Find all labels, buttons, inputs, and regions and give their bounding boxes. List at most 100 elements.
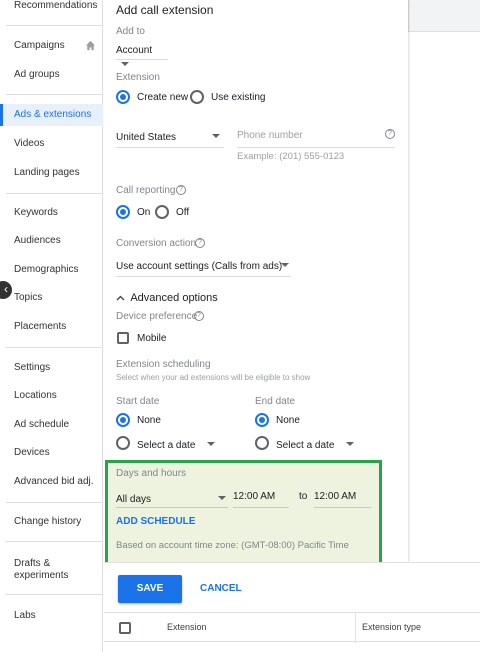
nav-ads-extensions[interactable]: Ads & extensions bbox=[0, 104, 103, 126]
extensions-table-header: Extension Extension type bbox=[104, 612, 480, 643]
end-date-select-label: Select a date bbox=[276, 440, 335, 451]
add-to-value: Account bbox=[116, 45, 153, 56]
to-label: to bbox=[299, 491, 308, 502]
help-icon[interactable]: ? bbox=[194, 311, 204, 321]
call-reporting-label: Call reporting bbox=[116, 185, 176, 196]
chevron-down-icon bbox=[121, 61, 129, 66]
country-select[interactable]: United States bbox=[116, 129, 224, 145]
end-date-none-label: None bbox=[276, 415, 300, 426]
nav-drafts-experiments[interactable]: Drafts & experiments bbox=[0, 558, 103, 586]
page-background bbox=[408, 32, 480, 562]
country-underline bbox=[116, 147, 224, 148]
nav-campaigns[interactable]: Campaigns bbox=[0, 36, 103, 56]
nav-divider bbox=[6, 25, 102, 26]
call-reporting-on-radio[interactable] bbox=[116, 205, 130, 219]
call-reporting-off-label: Off bbox=[176, 207, 190, 218]
start-time-input[interactable]: 12:00 AM bbox=[233, 491, 275, 502]
sidebar-nav: Recommendations Campaigns Ad groups Ads … bbox=[0, 0, 103, 652]
conversion-underline bbox=[116, 276, 291, 277]
nav-demographics[interactable]: Demographics bbox=[0, 260, 103, 280]
nav-videos[interactable]: Videos bbox=[0, 134, 103, 154]
end-date-select[interactable]: Select a date bbox=[276, 437, 356, 451]
conversion-action-value: Use account settings (Calls from ads) bbox=[116, 261, 283, 272]
create-new-label: Create new bbox=[137, 92, 189, 103]
nav-labs[interactable]: Labs bbox=[0, 606, 103, 626]
start-date-none-label: None bbox=[137, 415, 161, 426]
nav-divider bbox=[6, 193, 102, 194]
conversion-action-label: Conversion action bbox=[116, 238, 197, 249]
save-button[interactable]: SAVE bbox=[118, 575, 182, 603]
start-date-label: Start date bbox=[116, 396, 160, 407]
column-extension-type[interactable]: Extension type bbox=[362, 622, 421, 632]
nav-drafts-label: Drafts & bbox=[14, 558, 51, 569]
cancel-button[interactable]: CANCEL bbox=[200, 575, 242, 603]
chevron-down-icon bbox=[212, 134, 220, 138]
nav-divider bbox=[6, 347, 102, 348]
extension-scheduling-label: Extension scheduling bbox=[116, 359, 211, 370]
days-value: All days bbox=[116, 494, 152, 505]
phone-input[interactable]: Phone number bbox=[237, 130, 303, 141]
conversion-action-select[interactable]: Use account settings (Calls from ads) bbox=[116, 258, 291, 274]
phone-underline bbox=[237, 147, 395, 148]
form-actions: SAVE CANCEL bbox=[104, 562, 480, 612]
form-title: Add call extension bbox=[116, 3, 214, 17]
chevron-down-icon bbox=[207, 442, 215, 446]
nav-ad-groups[interactable]: Ad groups bbox=[0, 65, 103, 85]
add-to-underline bbox=[116, 59, 168, 60]
create-new-radio[interactable] bbox=[116, 90, 130, 104]
help-icon[interactable]: ? bbox=[176, 185, 186, 195]
extension-scheduling-hint: Select when your ad extensions will be e… bbox=[116, 373, 311, 382]
nav-divider bbox=[6, 502, 102, 503]
add-schedule-link[interactable]: ADD SCHEDULE bbox=[116, 516, 195, 527]
start-date-select[interactable]: Select a date bbox=[137, 437, 217, 451]
nav-devices[interactable]: Devices bbox=[0, 443, 103, 463]
end-time-underline bbox=[314, 507, 371, 508]
end-date-label: End date bbox=[255, 396, 296, 407]
phone-hint: Example: (201) 555-0123 bbox=[237, 151, 345, 162]
nav-keywords[interactable]: Keywords bbox=[0, 203, 103, 223]
nav-locations[interactable]: Locations bbox=[0, 386, 103, 406]
help-icon[interactable]: ? bbox=[195, 238, 205, 248]
nav-landing-pages[interactable]: Landing pages bbox=[0, 163, 103, 183]
end-date-none-radio[interactable] bbox=[255, 413, 269, 427]
nav-divider bbox=[6, 541, 102, 542]
add-to-label: Add to bbox=[116, 26, 145, 37]
use-existing-radio[interactable] bbox=[190, 90, 204, 104]
chevron-down-icon bbox=[218, 496, 226, 500]
end-date-select-radio[interactable] bbox=[255, 436, 269, 450]
chevron-up-icon bbox=[116, 295, 125, 301]
end-time-input[interactable]: 12:00 AM bbox=[314, 491, 356, 502]
help-icon[interactable]: ? bbox=[385, 129, 395, 139]
timezone-note: Based on account time zone: (GMT-08:00) … bbox=[116, 540, 349, 551]
call-reporting-off-radio[interactable] bbox=[155, 205, 169, 219]
column-extension[interactable]: Extension bbox=[167, 622, 207, 632]
nav-experiments-label: experiments bbox=[14, 570, 69, 581]
start-date-none-radio[interactable] bbox=[116, 413, 130, 427]
select-all-checkbox[interactable] bbox=[119, 622, 131, 634]
nav-advanced-bid-adj[interactable]: Advanced bid adj. bbox=[0, 472, 103, 492]
start-date-select-radio[interactable] bbox=[116, 436, 130, 450]
column-divider bbox=[355, 613, 356, 643]
days-hours-label: Days and hours bbox=[116, 468, 187, 479]
start-date-select-label: Select a date bbox=[137, 440, 196, 451]
nav-recommendations[interactable]: Recommendations bbox=[0, 0, 103, 16]
nav-change-history[interactable]: Change history bbox=[0, 512, 103, 532]
chevron-down-icon bbox=[346, 442, 354, 446]
nav-ad-schedule[interactable]: Ad schedule bbox=[0, 415, 103, 435]
add-to-select[interactable]: Account bbox=[116, 42, 168, 66]
extension-label: Extension bbox=[116, 72, 160, 83]
mobile-checkbox[interactable] bbox=[117, 332, 129, 344]
call-reporting-on-label: On bbox=[137, 207, 151, 218]
days-select[interactable]: All days bbox=[116, 491, 228, 505]
nav-audiences[interactable]: Audiences bbox=[0, 231, 103, 251]
advanced-options-label: Advanced options bbox=[130, 292, 218, 304]
nav-divider bbox=[6, 594, 102, 595]
home-icon bbox=[85, 40, 96, 51]
nav-divider bbox=[6, 94, 102, 95]
advanced-options-toggle[interactable]: Advanced options bbox=[116, 290, 218, 304]
start-time-underline bbox=[233, 507, 289, 508]
mobile-label: Mobile bbox=[137, 333, 167, 344]
nav-topics[interactable]: Topics bbox=[0, 288, 103, 308]
nav-placements[interactable]: Placements bbox=[0, 317, 103, 337]
nav-settings[interactable]: Settings bbox=[0, 358, 103, 378]
